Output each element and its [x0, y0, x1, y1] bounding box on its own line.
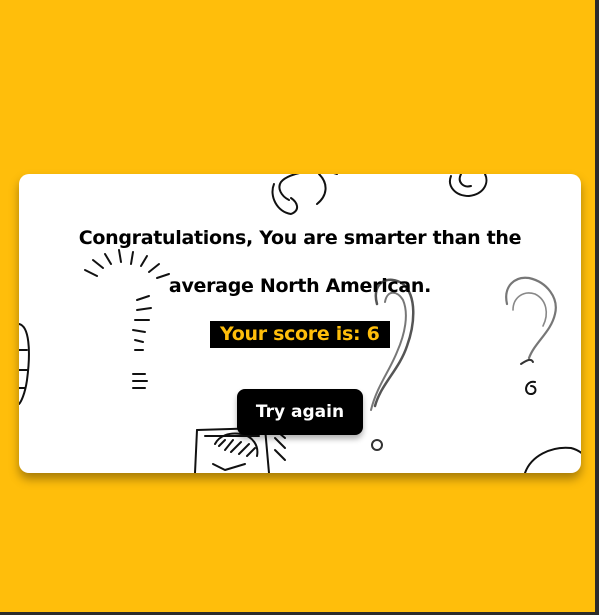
window-edge-right [595, 0, 599, 615]
score-label: Your score is: 6 [210, 321, 390, 348]
result-message: Congratulations, You are smarter than th… [78, 227, 522, 297]
page-background: Congratulations, You are smarter than th… [0, 0, 595, 612]
result-card: Congratulations, You are smarter than th… [19, 174, 581, 473]
try-again-button[interactable]: Try again [237, 389, 363, 435]
